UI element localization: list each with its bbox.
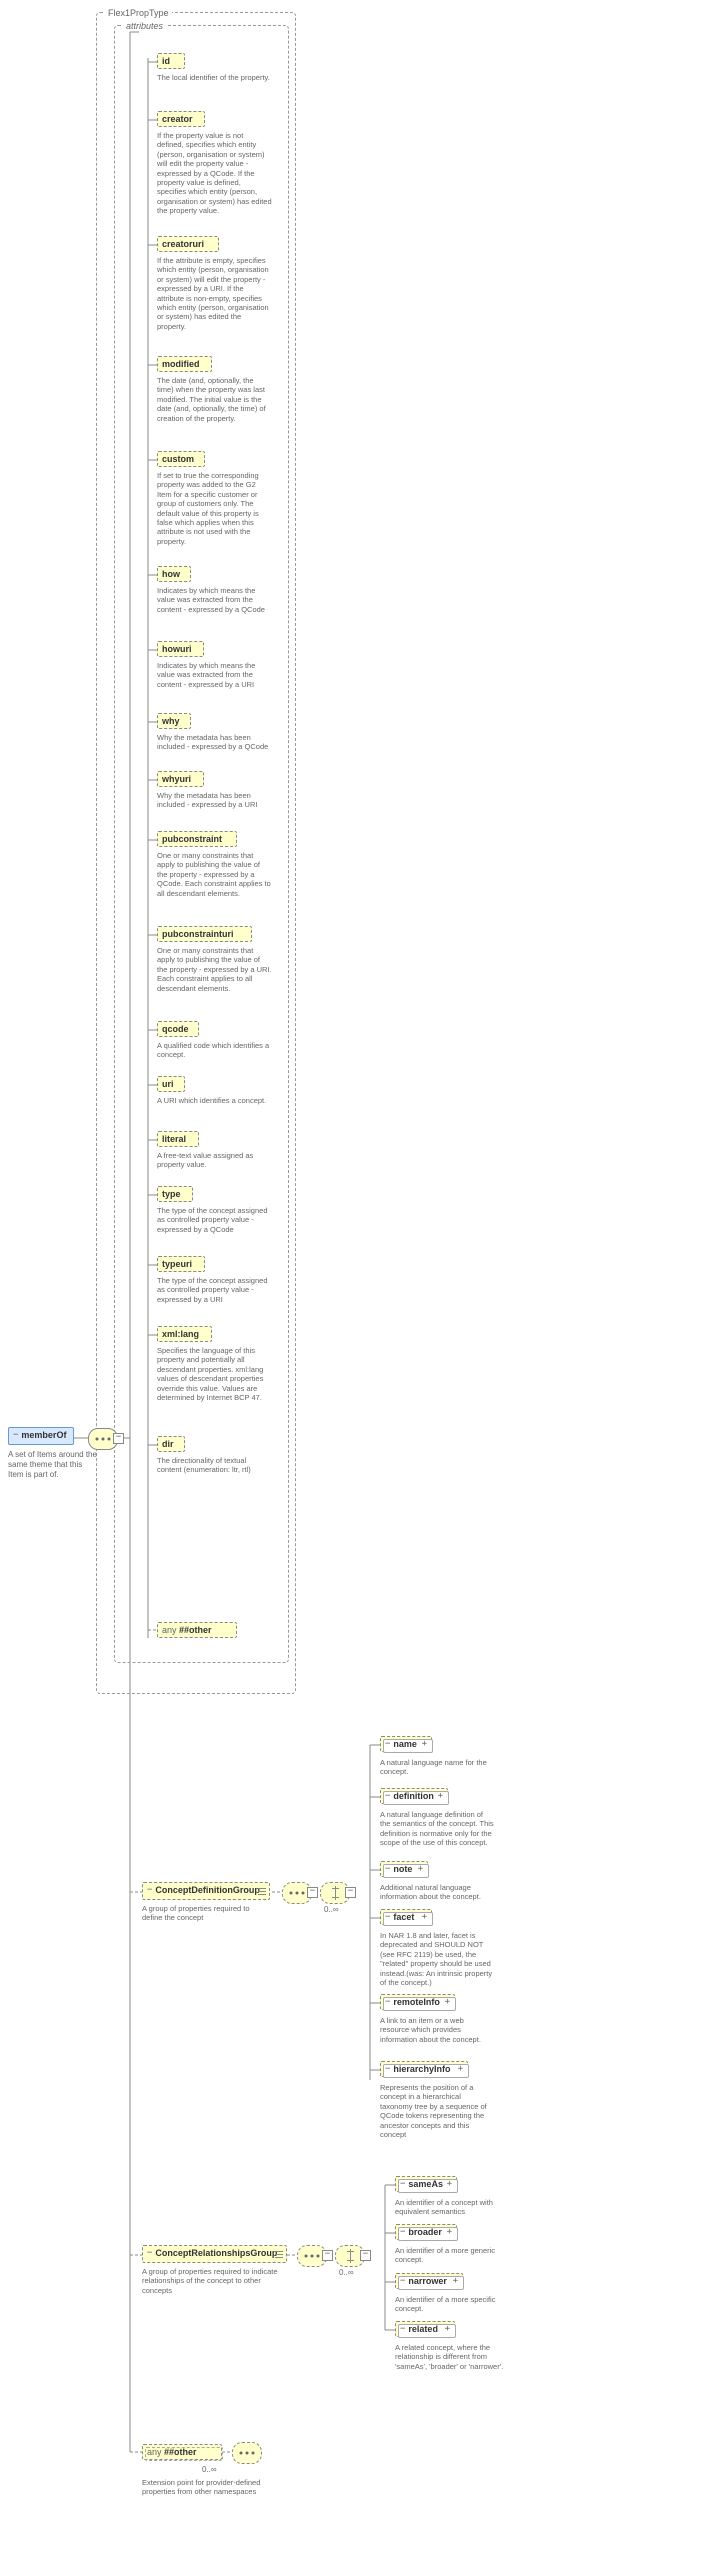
cdg-remoteinfo-desc: A link to an item or a web resource whic… <box>380 2016 495 2044</box>
cdg-facet[interactable]: −facet+ <box>380 1909 432 1925</box>
attr-literal[interactable]: literal <box>157 1131 199 1147</box>
cdg-note-desc: Additional natural language information … <box>380 1883 495 1902</box>
attr-dir[interactable]: dir <box>157 1436 185 1452</box>
type-frame-label: Flex1PropType <box>105 8 172 18</box>
cdg-hierarchyinfo[interactable]: −hierarchyInfo+ <box>380 2061 468 2077</box>
attr-xmllang[interactable]: xml:lang <box>157 1326 212 1342</box>
memberof-node[interactable]: − memberOf <box>8 1427 74 1445</box>
attr-pubconstraint[interactable]: pubconstraint <box>157 831 237 847</box>
crg-related[interactable]: −related+ <box>395 2321 455 2337</box>
attr-modified[interactable]: modified <box>157 356 212 372</box>
attr-custom[interactable]: custom <box>157 451 205 467</box>
cdg-name[interactable]: −name+ <box>380 1736 432 1752</box>
crg-related-desc: A related concept, where the relationshi… <box>395 2343 510 2371</box>
attr-any[interactable]: any ##other <box>157 1622 237 1638</box>
cdg-name-desc: A natural language name for the concept. <box>380 1758 495 1777</box>
attr-custom-desc: If set to true the corresponding propert… <box>157 471 272 546</box>
attr-pubconstraint-desc: One or many constraints that apply to pu… <box>157 851 272 898</box>
attr-typeuri[interactable]: typeuri <box>157 1256 205 1272</box>
attr-typeuri-desc: The type of the concept assigned as cont… <box>157 1276 272 1304</box>
attr-creator-desc: If the property value is not defined, sp… <box>157 131 272 215</box>
crg-choice-toggle[interactable]: − <box>360 2250 371 2261</box>
attr-whyuri[interactable]: whyuri <box>157 771 204 787</box>
attributes-frame-label: attributes <box>123 21 166 31</box>
attr-creatoruri[interactable]: creatoruri <box>157 236 219 252</box>
attr-xmllang-desc: Specifies the language of this property … <box>157 1346 272 1402</box>
ext-any-desc: Extension point for provider-defined pro… <box>142 2478 272 2497</box>
attr-id[interactable]: id <box>157 53 185 69</box>
attr-why-desc: Why the metadata has been included - exp… <box>157 733 272 752</box>
crg-sameas-desc: An identifier of a concept with equivale… <box>395 2198 510 2217</box>
crg-label[interactable]: − ConceptRelationshipsGroup <box>142 2245 287 2263</box>
crg-narrower-desc: An identifier of a more specific concept… <box>395 2295 510 2314</box>
cdg-choice-toggle[interactable]: − <box>345 1887 356 1898</box>
attr-pubconstrainturi-desc: One or many constraints that apply to pu… <box>157 946 272 993</box>
cdg-remoteinfo[interactable]: −remoteInfo+ <box>380 1994 455 2010</box>
attr-qcode[interactable]: qcode <box>157 1021 199 1037</box>
attr-id-desc: The local identifier of the property. <box>157 73 272 82</box>
attr-dir-desc: The directionality of textual content (e… <box>157 1456 272 1475</box>
ext-any[interactable]: any ##other <box>142 2444 222 2460</box>
crg-narrower[interactable]: −narrower+ <box>395 2273 463 2289</box>
crg-broader[interactable]: −broader+ <box>395 2224 457 2240</box>
attr-how[interactable]: how <box>157 566 191 582</box>
memberof-label: memberOf <box>21 1430 66 1440</box>
stack-icon <box>258 1886 266 1896</box>
attr-pubconstrainturi[interactable]: pubconstrainturi <box>157 926 252 942</box>
crg-desc: A group of properties required to indica… <box>142 2267 287 2295</box>
cdg-choice-occ: 0..∞ <box>324 1905 339 1914</box>
crg-broader-desc: An identifier of a more generic concept. <box>395 2246 510 2265</box>
attr-howuri-desc: Indicates by which means the value was e… <box>157 661 272 689</box>
attr-type-desc: The type of the concept assigned as cont… <box>157 1206 272 1234</box>
minus-icon: − <box>147 1886 152 1895</box>
cdg-desc: A group of properties required to define… <box>142 1904 270 1923</box>
attr-literal-desc: A free-text value assigned as property v… <box>157 1151 272 1170</box>
cdg-definition-desc: A natural language definition of the sem… <box>380 1810 495 1848</box>
crg-sameas[interactable]: −sameAs+ <box>395 2176 457 2192</box>
attr-type[interactable]: type <box>157 1186 193 1202</box>
attr-why[interactable]: why <box>157 713 191 729</box>
cdg-facet-desc: In NAR 1.8 and later, facet is deprecate… <box>380 1931 495 1987</box>
attr-how-desc: Indicates by which means the value was e… <box>157 586 272 614</box>
cdg-label[interactable]: − ConceptDefinitionGroup <box>142 1882 270 1900</box>
memberof-desc: A set of Items around the same theme tha… <box>8 1450 98 1480</box>
attr-howuri[interactable]: howuri <box>157 641 204 657</box>
attr-uri-desc: A URI which identifies a concept. <box>157 1096 272 1105</box>
cdg-seq-toggle[interactable]: − <box>307 1887 318 1898</box>
main-seq-toggle[interactable]: − <box>113 1433 124 1444</box>
cdg-hierarchyinfo-desc: Represents the position of a concept in … <box>380 2083 495 2139</box>
attr-qcode-desc: A qualified code which identifies a conc… <box>157 1041 272 1060</box>
crg-choice-occ: 0..∞ <box>339 2268 354 2277</box>
ext-any-conn <box>232 2442 262 2464</box>
minus-icon: − <box>13 1431 18 1440</box>
minus-icon: − <box>147 2249 152 2258</box>
attr-whyuri-desc: Why the metadata has been included - exp… <box>157 791 272 810</box>
cdg-note[interactable]: −note+ <box>380 1861 428 1877</box>
attr-uri[interactable]: uri <box>157 1076 185 1092</box>
crg-seq-toggle[interactable]: − <box>322 2250 333 2261</box>
attr-creatoruri-desc: If the attribute is empty, specifies whi… <box>157 256 272 331</box>
attr-creator[interactable]: creator <box>157 111 205 127</box>
cdg-definition[interactable]: −definition+ <box>380 1788 448 1804</box>
attr-modified-desc: The date (and, optionally, the time) whe… <box>157 376 272 423</box>
stack-icon <box>275 2249 283 2259</box>
ext-any-occ: 0..∞ <box>202 2465 217 2474</box>
